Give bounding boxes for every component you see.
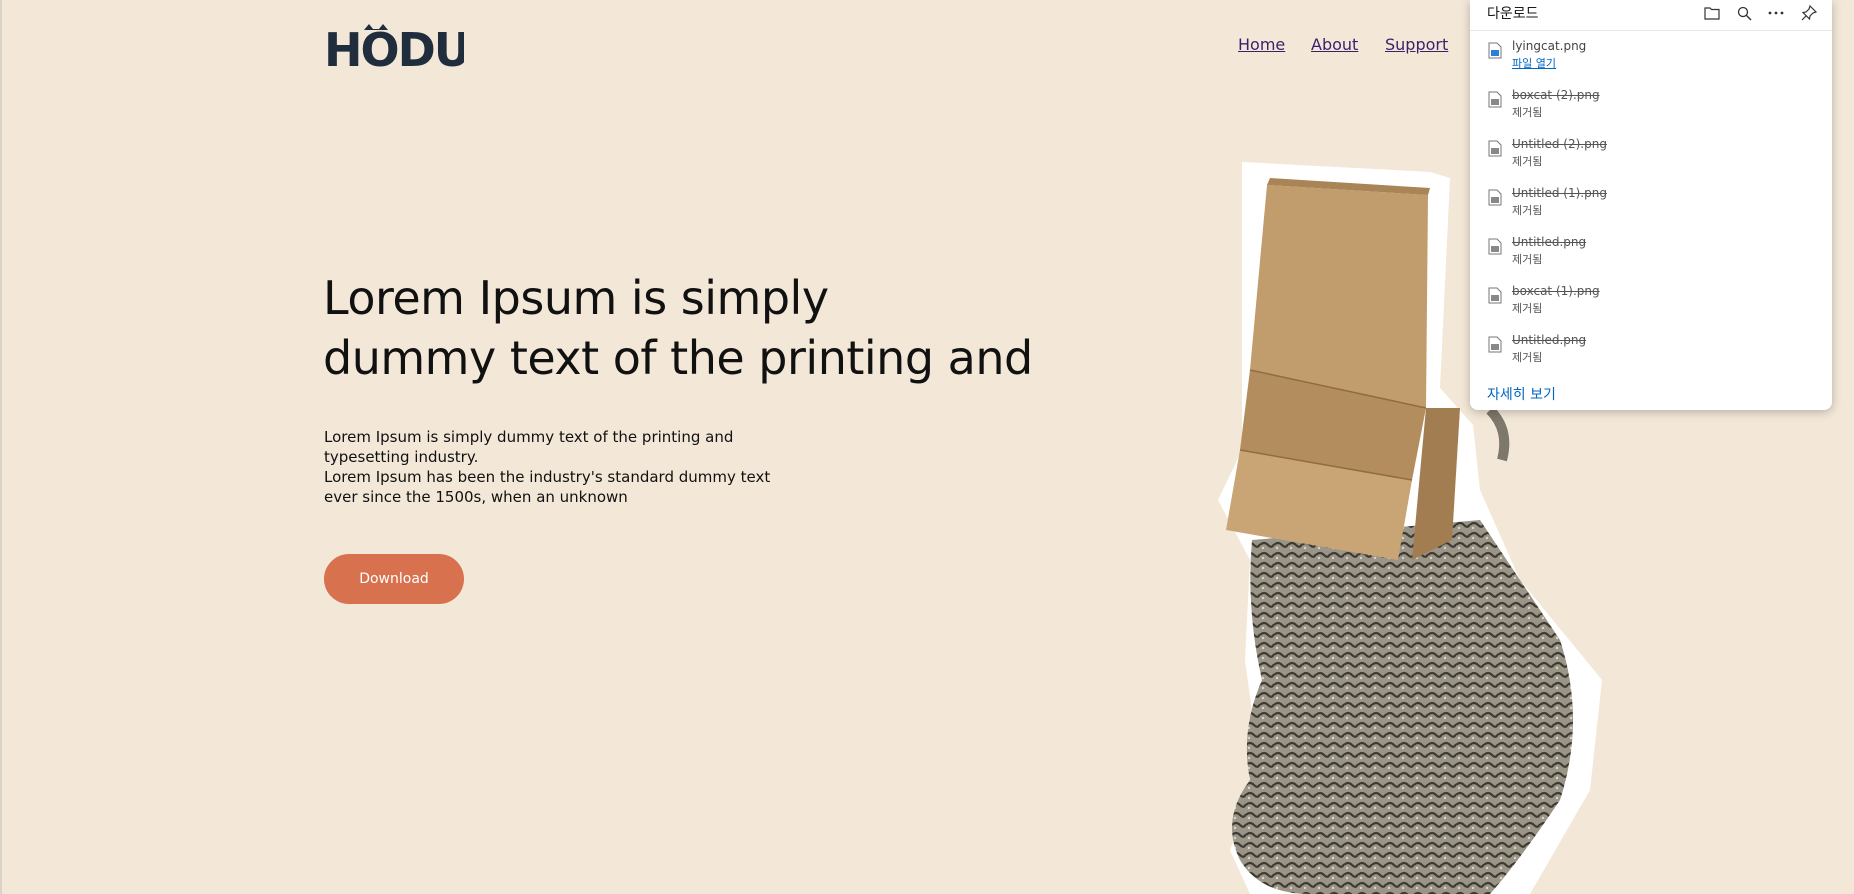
hero-headline-line: dummy text of the printing and [323,331,1033,385]
download-item[interactable]: Untitled (2).png 제거됨 [1470,128,1832,174]
open-file-link[interactable]: 파일 열기 [1512,55,1556,71]
hero-headline: Lorem Ipsum is simply dummy text of the … [323,268,1043,388]
download-item[interactable]: Untitled (1).png 제거됨 [1470,177,1832,223]
see-more-link[interactable]: 자세히 보기 [1487,384,1556,404]
logo-text: HODU [324,23,464,72]
nav-link-support[interactable]: Support [1385,35,1448,54]
search-icon[interactable] [1733,2,1755,24]
download-status: 제거됨 [1512,155,1543,168]
download-file-name: Untitled.png [1512,333,1587,347]
downloads-title: 다운로드 [1487,6,1539,22]
download-status: 제거됨 [1512,351,1543,364]
download-item[interactable]: Untitled.png 제거됨 [1470,226,1832,272]
download-status: 제거됨 [1512,302,1543,315]
image-file-icon [1488,238,1502,255]
download-file-name: Untitled (2).png [1512,137,1607,151]
download-file-name: Untitled.png [1512,235,1587,249]
download-item[interactable]: Untitled.png 제거됨 [1470,324,1832,370]
download-file-name: lyingcat.png [1512,39,1587,53]
nav-link-home[interactable]: Home [1238,35,1285,54]
more-icon[interactable] [1765,2,1787,24]
hero-headline-line: Lorem Ipsum is simply [323,271,829,325]
download-file-name: boxcat (1).png [1512,284,1600,298]
window-edge [0,0,2,894]
downloads-header: 다운로드 [1470,0,1832,31]
download-item[interactable]: lyingcat.png 파일 열기 [1470,30,1832,76]
hero-description-line: ever since the 1500s, when an unknown [324,488,628,506]
image-file-icon [1488,287,1502,304]
download-item[interactable]: boxcat (2).png 제거됨 [1470,79,1832,125]
download-status: 제거됨 [1512,106,1543,119]
image-file-icon [1488,189,1502,206]
image-file-icon [1488,91,1502,108]
hodu-logo[interactable]: HODU [324,22,464,72]
image-file-icon [1488,140,1502,157]
hero-description-line: Lorem Ipsum has been the industry's stan… [324,468,771,486]
landing-page: HODU Home About Support Lorem Ipsum is s… [0,0,1854,894]
hero-description-line: Lorem Ipsum is simply dummy text of the … [324,428,734,446]
downloads-panel: 다운로드 lyingcat.png 파일 열기 boxcat (2).png 제… [1470,0,1832,410]
nav-link-about[interactable]: About [1311,35,1358,54]
image-file-icon [1488,42,1502,59]
folder-icon[interactable] [1701,2,1723,24]
hero-description-line: typesetting industry. [324,448,479,466]
download-status: 제거됨 [1512,204,1543,217]
download-item[interactable]: boxcat (1).png 제거됨 [1470,275,1832,321]
image-file-icon [1488,336,1502,353]
download-file-name: boxcat (2).png [1512,88,1600,102]
download-file-name: Untitled (1).png [1512,186,1607,200]
pin-icon[interactable] [1798,2,1820,24]
download-button[interactable]: Download [324,554,464,604]
download-status: 제거됨 [1512,253,1543,266]
hero-description: Lorem Ipsum is simply dummy text of the … [324,427,784,507]
